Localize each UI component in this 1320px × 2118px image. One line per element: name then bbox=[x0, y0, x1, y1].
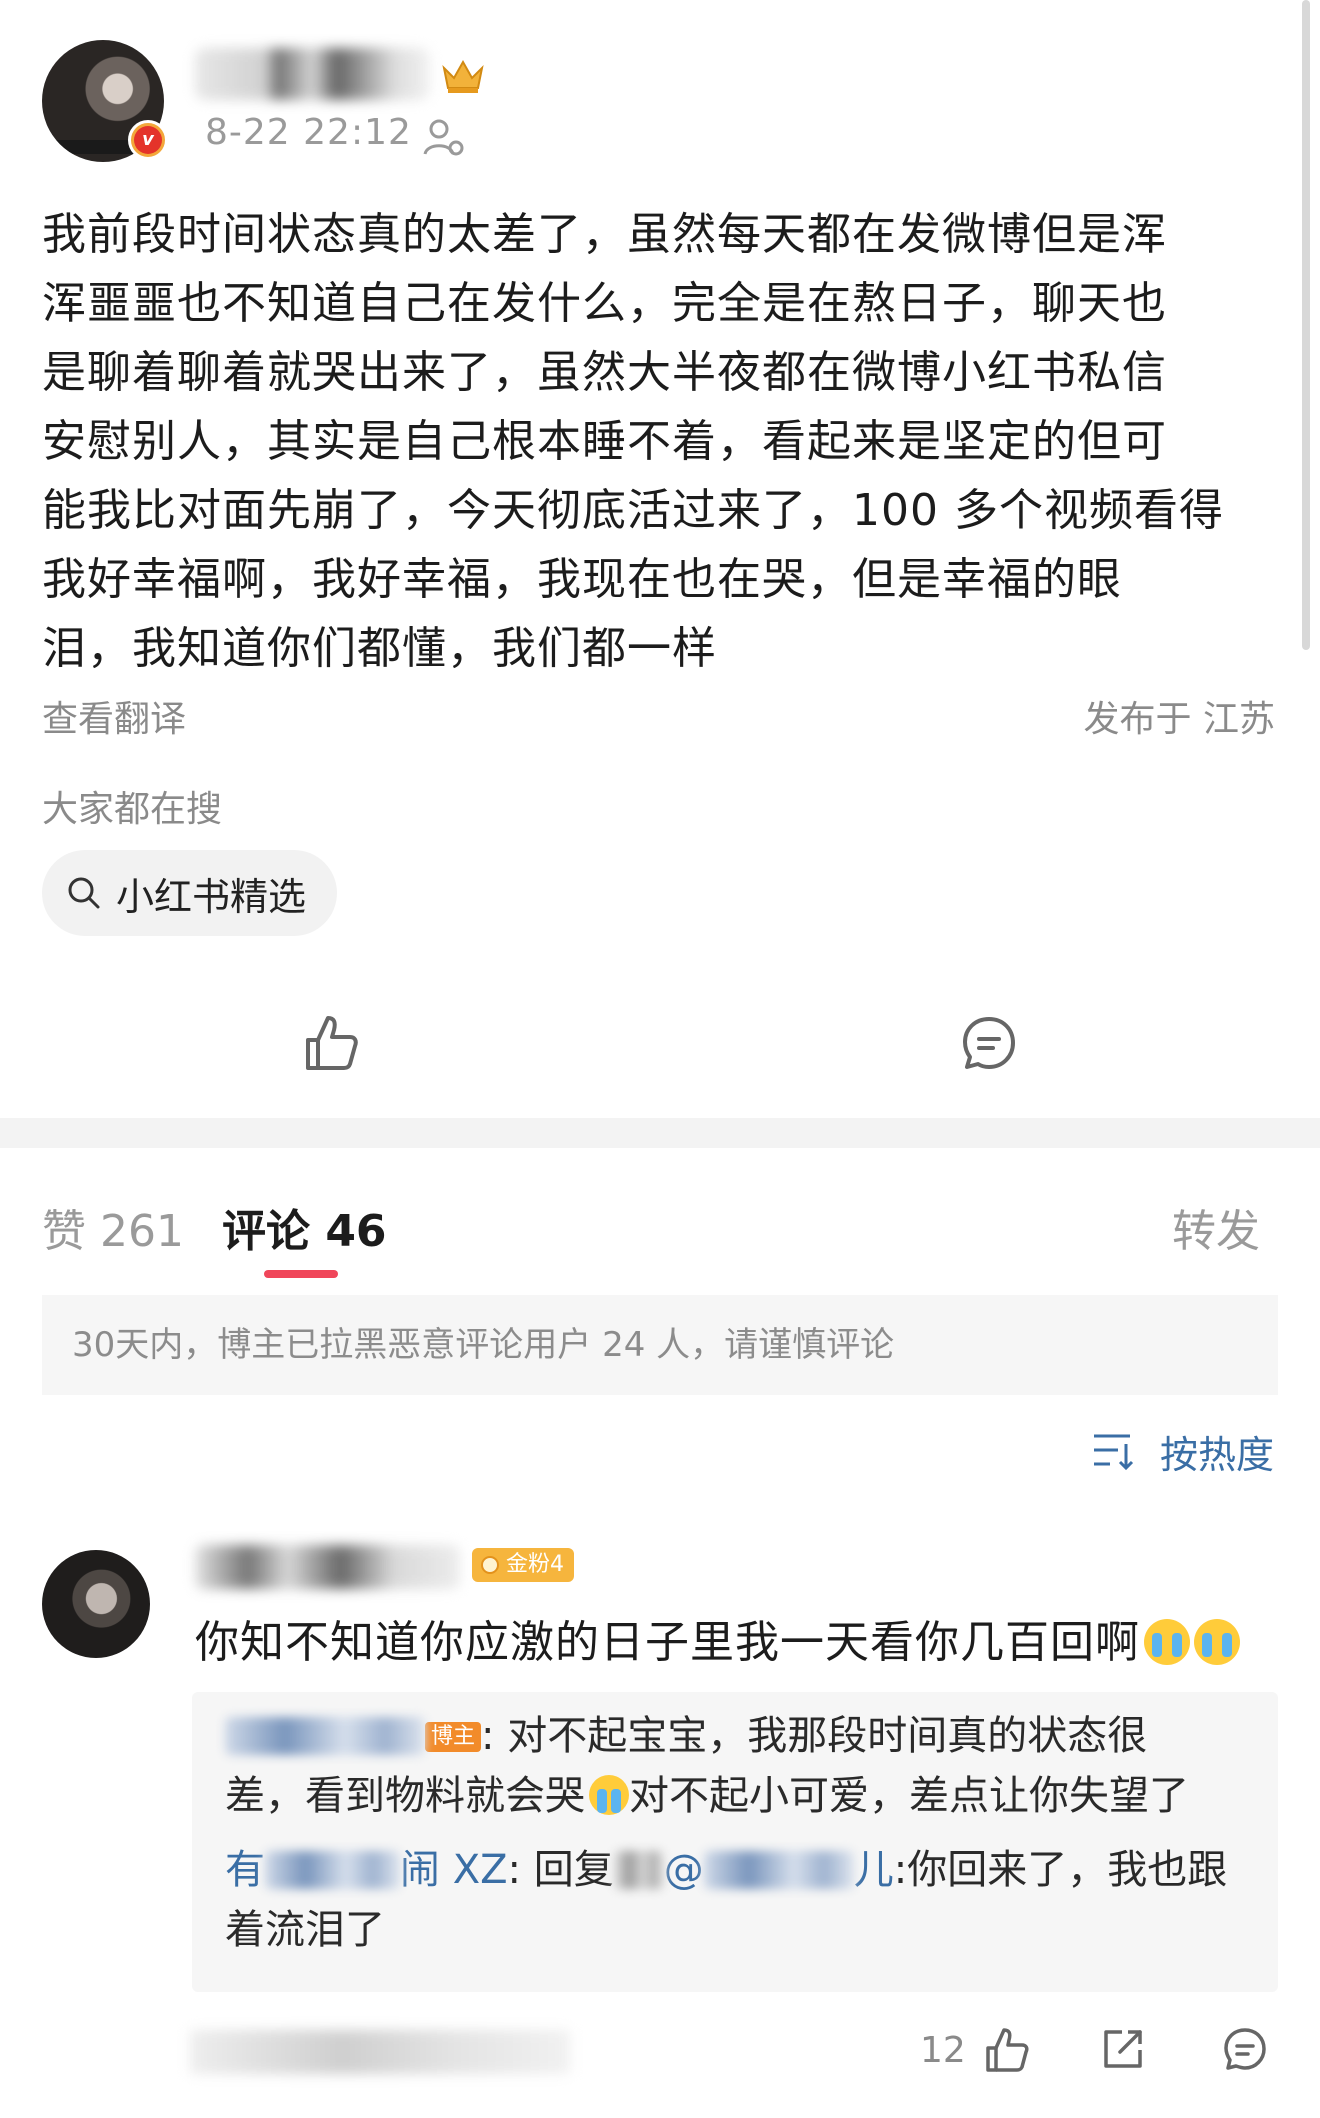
post-body: 我前段时间状态真的太差了，虽然每天都在发微博但是浑 浑噩噩也不知道自己在发什么，… bbox=[42, 200, 1282, 683]
reply-2-mention[interactable]: @ 儿 bbox=[664, 1847, 894, 1893]
search-chip-label: 小红书精选 bbox=[116, 874, 307, 919]
trending-search-title: 大家都在搜 bbox=[42, 789, 223, 830]
reply-2-text-b: 着流泪了 bbox=[225, 1907, 385, 1953]
tab-likes[interactable]: 赞 261 bbox=[42, 1195, 184, 1259]
reply-1-text-b2: 对不起小可爱，差点让你失望了 bbox=[629, 1773, 1189, 1819]
post-line: 泪，我知道你们都懂，我们都一样 bbox=[42, 623, 717, 674]
comment-text: 你知不知道你应激的日子里我一天看你几百回啊 bbox=[195, 1606, 1240, 1670]
reply-prefix: : 回复 bbox=[507, 1847, 614, 1893]
scrollbar[interactable] bbox=[1302, 0, 1310, 650]
post-line: 浑噩噩也不知道自己在发什么，完全是在熬日子，聊天也 bbox=[42, 278, 1167, 329]
reply-2-line-1: 有闹 XZ: 回复 @ 儿:你回来了，我也跟 bbox=[225, 1840, 1255, 1900]
verified-v-icon: v bbox=[128, 120, 168, 160]
search-icon bbox=[68, 877, 100, 909]
reply-2-text-a: :你回来了，我也跟 bbox=[893, 1847, 1228, 1893]
search-chip[interactable]: 小红书精选 bbox=[42, 850, 337, 936]
crying-emoji-icon bbox=[1144, 1619, 1190, 1665]
comment-like-button[interactable] bbox=[982, 2024, 1030, 2074]
reply-1-author[interactable] bbox=[225, 1713, 425, 1759]
share-icon[interactable] bbox=[1100, 2026, 1146, 2072]
follow-user-icon[interactable] bbox=[422, 116, 466, 160]
mention-tail: 儿 bbox=[853, 1847, 894, 1893]
reply-1-line-2: 差，看到物料就会哭 对不起小可爱，差点让你失望了 bbox=[225, 1766, 1255, 1826]
moderation-notice: 30天内，博主已拉黑恶意评论用户 24 人，请谨慎评论 bbox=[42, 1295, 1278, 1395]
post-line: 我前段时间状态真的太差了，虽然每天都在发微博但是浑 bbox=[42, 209, 1167, 260]
crying-emoji-icon bbox=[1194, 1619, 1240, 1665]
sort-icon[interactable] bbox=[1090, 1428, 1136, 1472]
reply-2-author[interactable]: 有 闹 XZ bbox=[225, 1847, 508, 1893]
replies-box[interactable]: 博主: 对不起宝宝，我那段时间真的状态很 差，看到物料就会哭 对不起小可爱，差点让… bbox=[192, 1692, 1278, 1992]
crying-emoji-icon bbox=[589, 1775, 629, 1815]
comment-bubble-icon[interactable] bbox=[1222, 2026, 1268, 2072]
post-time: 8-22 22:12 bbox=[205, 112, 412, 153]
reply-2-line-2: 着流泪了 bbox=[225, 1900, 1255, 1960]
commenter-name-blurred[interactable] bbox=[195, 1545, 460, 1589]
active-tab-indicator bbox=[264, 1270, 338, 1278]
post-line: 安慰别人，其实是自己根本睡不着，看起来是坚定的但可 bbox=[42, 416, 1167, 467]
commenter-avatar[interactable] bbox=[42, 1550, 150, 1658]
owner-badge: 博主 bbox=[425, 1722, 482, 1752]
post-line: 能我比对面先崩了，今天彻底活过来了，100 多个视频看得 bbox=[42, 485, 1224, 536]
translate-link[interactable]: 查看翻译 bbox=[42, 690, 186, 742]
post-location: 发布于 江苏 bbox=[1083, 699, 1275, 740]
tab-comments[interactable]: 评论 46 bbox=[222, 1195, 387, 1259]
reply-1-line-1: 博主: 对不起宝宝，我那段时间真的状态很 bbox=[225, 1706, 1255, 1766]
fan-level-badge: 金粉4 bbox=[472, 1548, 574, 1582]
tab-repost[interactable]: 转发 bbox=[1172, 1195, 1260, 1259]
mention-at: @ bbox=[663, 1847, 704, 1893]
reply-2-author-head: 有 bbox=[225, 1847, 265, 1893]
author-name-blurred[interactable] bbox=[195, 48, 430, 100]
reply-1-text-b1: 差，看到物料就会哭 bbox=[225, 1773, 585, 1819]
like-button[interactable] bbox=[300, 1010, 360, 1074]
sort-by-hot-button[interactable]: 按热度 bbox=[1160, 1424, 1274, 1479]
comment-like-count: 12 bbox=[920, 2030, 966, 2071]
section-divider bbox=[0, 1118, 1320, 1148]
post-line: 我好幸福啊，我好幸福，我现在也在哭，但是幸福的眼 bbox=[42, 554, 1122, 605]
reply-2-author-tail: 闹 XZ bbox=[400, 1847, 508, 1893]
reply-1-text-a: : 对不起宝宝，我那段时间真的状态很 bbox=[481, 1713, 1148, 1759]
post-line: 是聊着聊着就哭出来了，虽然大半夜都在微博小红书私信 bbox=[42, 347, 1167, 398]
crown-badge-icon bbox=[442, 59, 484, 93]
comment-button[interactable] bbox=[960, 1014, 1018, 1072]
comment-text-content: 你知不知道你应激的日子里我一天看你几百回啊 bbox=[195, 1617, 1140, 1668]
comment-meta-blurred bbox=[190, 2030, 570, 2074]
